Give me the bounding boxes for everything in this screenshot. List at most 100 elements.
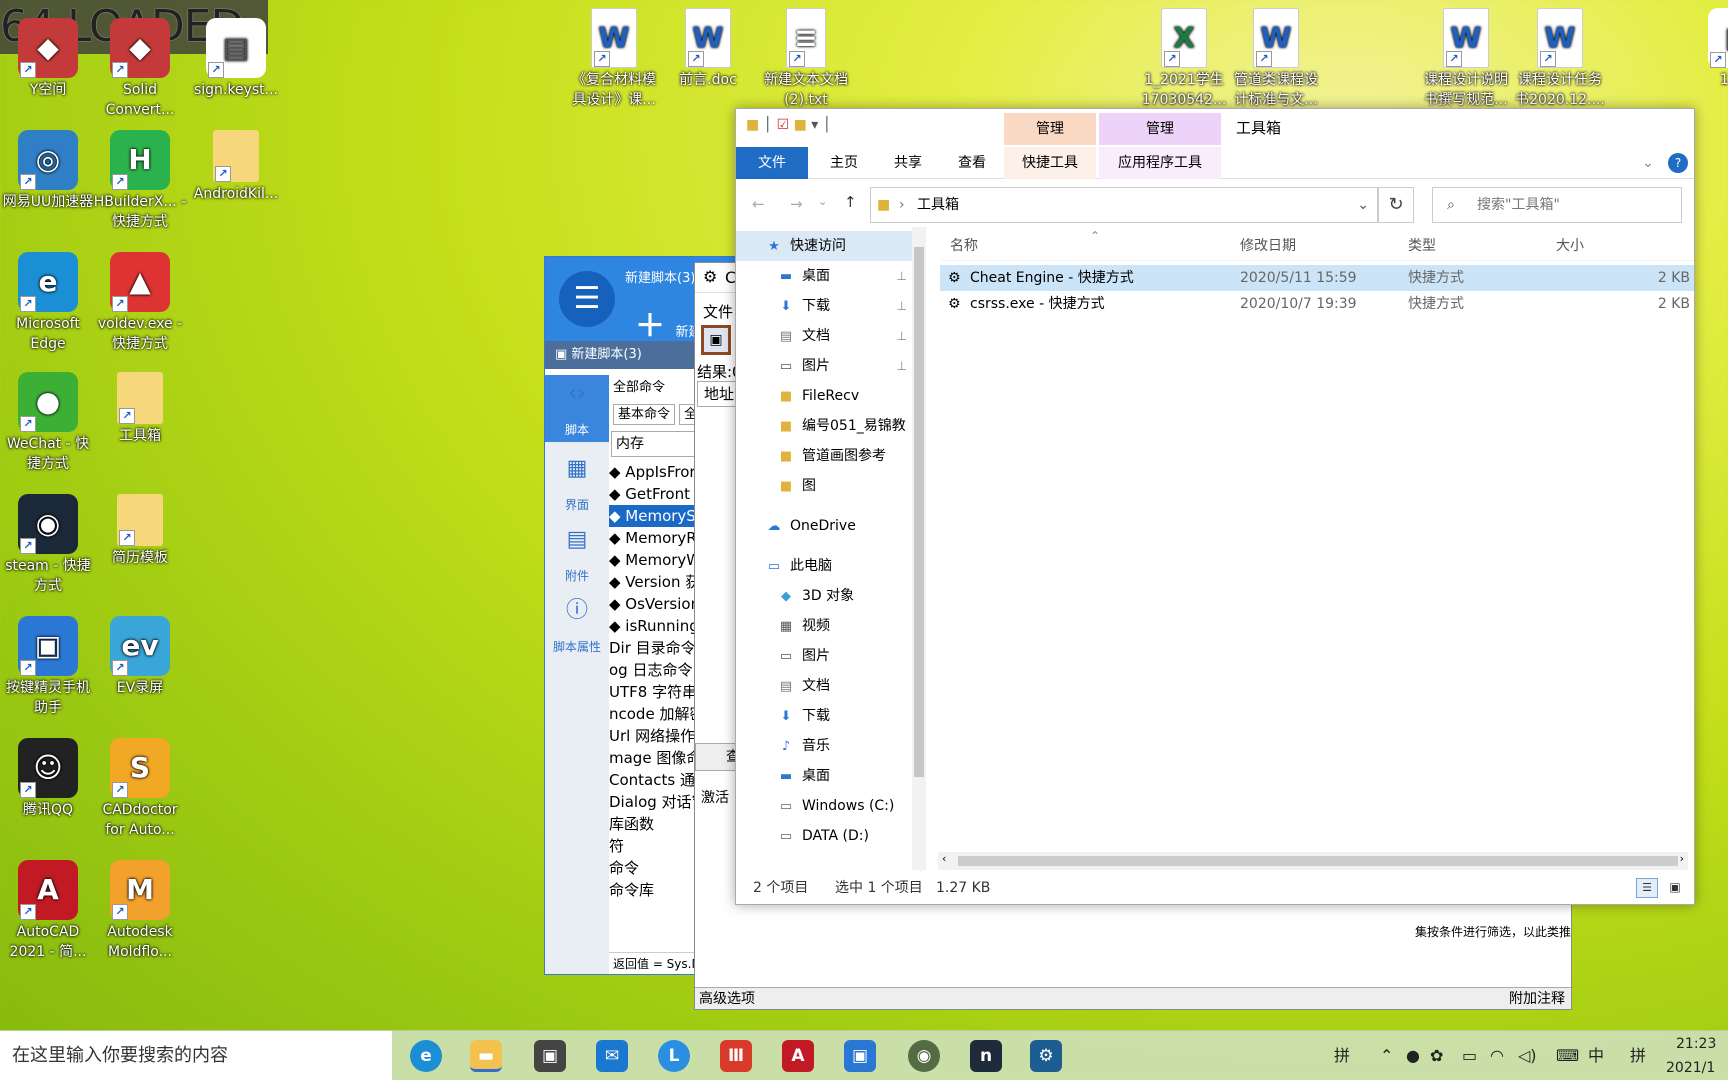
nav-item[interactable]: ▦ 视频 <box>736 611 921 641</box>
column-size[interactable]: 大小 <box>1556 231 1584 261</box>
address-dropdown-icon[interactable]: ⌄ <box>1357 188 1369 222</box>
scroll-right-icon[interactable]: › <box>1680 852 1684 865</box>
ime-language[interactable]: 中 <box>1588 1031 1604 1080</box>
tab-basic[interactable]: 基本命令 <box>613 404 676 425</box>
menu-icon[interactable]: ☰ <box>559 271 615 327</box>
tab-share[interactable]: 共享 <box>878 147 938 179</box>
nav-scrollbar[interactable] <box>912 227 926 870</box>
desktop-icon[interactable]: ▤↗ 17 开 <box>1690 8 1728 90</box>
pin-icon[interactable]: ⊥ <box>897 291 907 321</box>
desktop-icon[interactable]: ↗ AndroidKil... <box>188 130 284 204</box>
nav-item[interactable]: ■ 图 <box>736 471 921 501</box>
clock-date[interactable]: 2021/1 <box>1666 1043 1715 1080</box>
desktop-icon[interactable]: X ↗ 1_2021学生17030542... <box>1136 8 1232 110</box>
clock-icon[interactable]: L <box>658 1040 690 1072</box>
desktop-icon[interactable]: ◆ ↗ Solid Convert... <box>92 18 188 120</box>
pin-icon[interactable]: ⊥ <box>897 261 907 291</box>
select-process-icon[interactable]: ▣ <box>701 325 731 355</box>
nav-item[interactable]: ▬ 桌面 ⊥ <box>736 261 921 291</box>
chevron-down-icon[interactable]: ▾ <box>811 117 818 133</box>
desktop-icon[interactable]: W ↗ 《复合材料模具设计》课... <box>566 8 662 110</box>
mail-icon[interactable]: ✉ <box>596 1040 628 1072</box>
search-input[interactable]: ⌕ 搜索"工具箱" <box>1432 187 1682 223</box>
desktop-icon[interactable]: W ↗ 课程设计说明书撰写规范... <box>1418 8 1514 110</box>
anjian-icon[interactable]: ▣ <box>844 1040 876 1072</box>
desktop-icon[interactable]: ▣ ↗ 按键精灵手机助手 <box>0 616 96 718</box>
desktop-icon[interactable]: M ↗ Autodesk Moldflo... <box>92 860 188 962</box>
advanced-options[interactable]: 高级选项 <box>699 988 755 1010</box>
pin-icon[interactable]: ⊥ <box>897 351 907 381</box>
sidebar-item-script[interactable]: ‹› 脚本 <box>545 375 609 442</box>
nav-item[interactable]: ☁ OneDrive <box>736 511 921 541</box>
microphone-icon[interactable]: ● <box>1406 1031 1420 1080</box>
nav-item[interactable]: ■ 管道画图参考 <box>736 441 921 471</box>
presentation-icon[interactable]: Ⅲ <box>720 1040 752 1072</box>
desktop-icon[interactable]: S ↗ CADdoctor for Auto... <box>92 738 188 840</box>
desktop-icon[interactable]: W ↗ 前言.doc <box>660 8 756 90</box>
nav-item[interactable]: ★ 快速访问 <box>736 231 921 261</box>
nav-item[interactable]: ▭ 图片 ⊥ <box>736 351 921 381</box>
desktop-icon[interactable]: ▤ ↗ sign.keyst... <box>188 18 284 100</box>
properties-icon[interactable]: ☑ <box>777 117 790 133</box>
scroll-thumb[interactable] <box>914 247 924 777</box>
nav-item[interactable]: ■ 编号051_易锦教 <box>736 411 921 441</box>
nav-item[interactable]: ■ FileRecv <box>736 381 921 411</box>
cheat-engine-icon[interactable]: ⚙ <box>1030 1040 1062 1072</box>
hscroll-thumb[interactable] <box>958 856 1678 866</box>
nav-item[interactable]: ▬ 桌面 <box>736 761 921 791</box>
nav-item[interactable]: ⬇ 下载 ⊥ <box>736 291 921 321</box>
tab-view[interactable]: 查看 <box>942 147 1002 179</box>
desktop-icon[interactable]: ☺ ↗ 腾讯QQ <box>0 738 96 820</box>
nox-icon[interactable]: n <box>970 1040 1002 1072</box>
details-view-icon[interactable]: ☰ <box>1636 878 1658 898</box>
nav-item[interactable]: ▭ 图片 <box>736 641 921 671</box>
column-name[interactable]: 名称 <box>950 231 978 261</box>
ce-menu-file[interactable]: 文件 <box>703 301 733 322</box>
desktop-icon[interactable]: e ↗ Microsoft Edge <box>0 252 96 354</box>
help-icon[interactable]: ? <box>1668 153 1688 173</box>
desktop-icon[interactable]: H ↗ HBuilderX... - 快捷方式 <box>92 130 188 232</box>
store-icon[interactable]: ▣ <box>534 1040 566 1072</box>
battery-icon[interactable]: ▭ <box>1462 1031 1477 1080</box>
back-arrow-icon[interactable]: ← <box>752 195 765 213</box>
nav-item[interactable]: ▭ 此电脑 <box>736 551 921 581</box>
horizontal-scrollbar[interactable]: ‹ › <box>938 852 1688 870</box>
large-icons-view-icon[interactable]: ▣ <box>1664 878 1686 898</box>
desktop-icon[interactable]: A ↗ AutoCAD 2021 - 简... <box>0 860 96 962</box>
nav-item[interactable]: ▤ 文档 <box>736 671 921 701</box>
desktop-icon[interactable]: ◉ ↗ steam - 快捷方式 <box>0 494 96 596</box>
new-folder-icon[interactable]: ■ <box>794 117 807 133</box>
desktop-icon[interactable]: ↗ 工具箱 <box>92 372 188 446</box>
game-icon[interactable]: ◉ <box>908 1040 940 1072</box>
desktop-icon[interactable]: W ↗ 课程设计任务书2020.12.... <box>1512 8 1608 110</box>
ctx-tab-manage-shortcut[interactable]: 管理 <box>1004 113 1096 145</box>
scroll-left-icon[interactable]: ‹ <box>942 852 946 865</box>
sidebar-item-attachment[interactable]: ▤ 附件 <box>545 525 609 584</box>
desktop-icon[interactable]: ◆ ↗ Y空间 <box>0 18 96 100</box>
desktop-icon[interactable]: W ↗ 管道类课程设计标准与文... <box>1228 8 1324 110</box>
show-hidden-icons-icon[interactable]: ⌃ <box>1380 1031 1393 1080</box>
add-comment[interactable]: 附加注释 <box>1509 988 1565 1010</box>
volume-icon[interactable]: ◁) <box>1518 1031 1537 1080</box>
refresh-icon[interactable]: ↻ <box>1378 187 1414 223</box>
pin-icon[interactable]: ⊥ <box>897 321 907 351</box>
ribbon-expand-icon[interactable]: ⌄ <box>1638 147 1658 179</box>
nav-item[interactable]: ▤ 文档 ⊥ <box>736 321 921 351</box>
file-row[interactable]: ⚙ csrss.exe - 快捷方式 2020/10/7 19:39 快捷方式 2 KB <box>940 291 1694 317</box>
desktop-icon[interactable]: ↗ 简历模板 <box>92 494 188 568</box>
ime-mode-2[interactable]: 拼 <box>1630 1031 1646 1080</box>
nav-item[interactable]: ▭ Windows (C:) <box>736 791 921 821</box>
ime-mode[interactable]: 拼 <box>1334 1031 1350 1080</box>
ctx-tab-manage-app[interactable]: 管理 <box>1099 113 1221 145</box>
file-explorer-icon[interactable]: ▬ <box>470 1040 502 1072</box>
edge-icon[interactable]: e <box>410 1040 442 1072</box>
autocad-icon[interactable]: A <box>782 1040 814 1072</box>
desktop-icon[interactable]: ● ↗ WeChat - 快捷方式 <box>0 372 96 474</box>
tab-home[interactable]: 主页 <box>814 147 874 179</box>
recent-dropdown-icon[interactable]: ⌄ <box>818 195 827 208</box>
tab-shortcut-tools[interactable]: 快捷工具 <box>1004 147 1096 179</box>
nav-item[interactable]: ⬇ 下载 <box>736 701 921 731</box>
network-icon[interactable]: ◠ <box>1490 1031 1504 1080</box>
sidebar-item-properties[interactable]: ⓘ 脚本属性 <box>545 596 609 655</box>
address-bar[interactable]: ■ › 工具箱 ⌄ <box>870 187 1378 223</box>
